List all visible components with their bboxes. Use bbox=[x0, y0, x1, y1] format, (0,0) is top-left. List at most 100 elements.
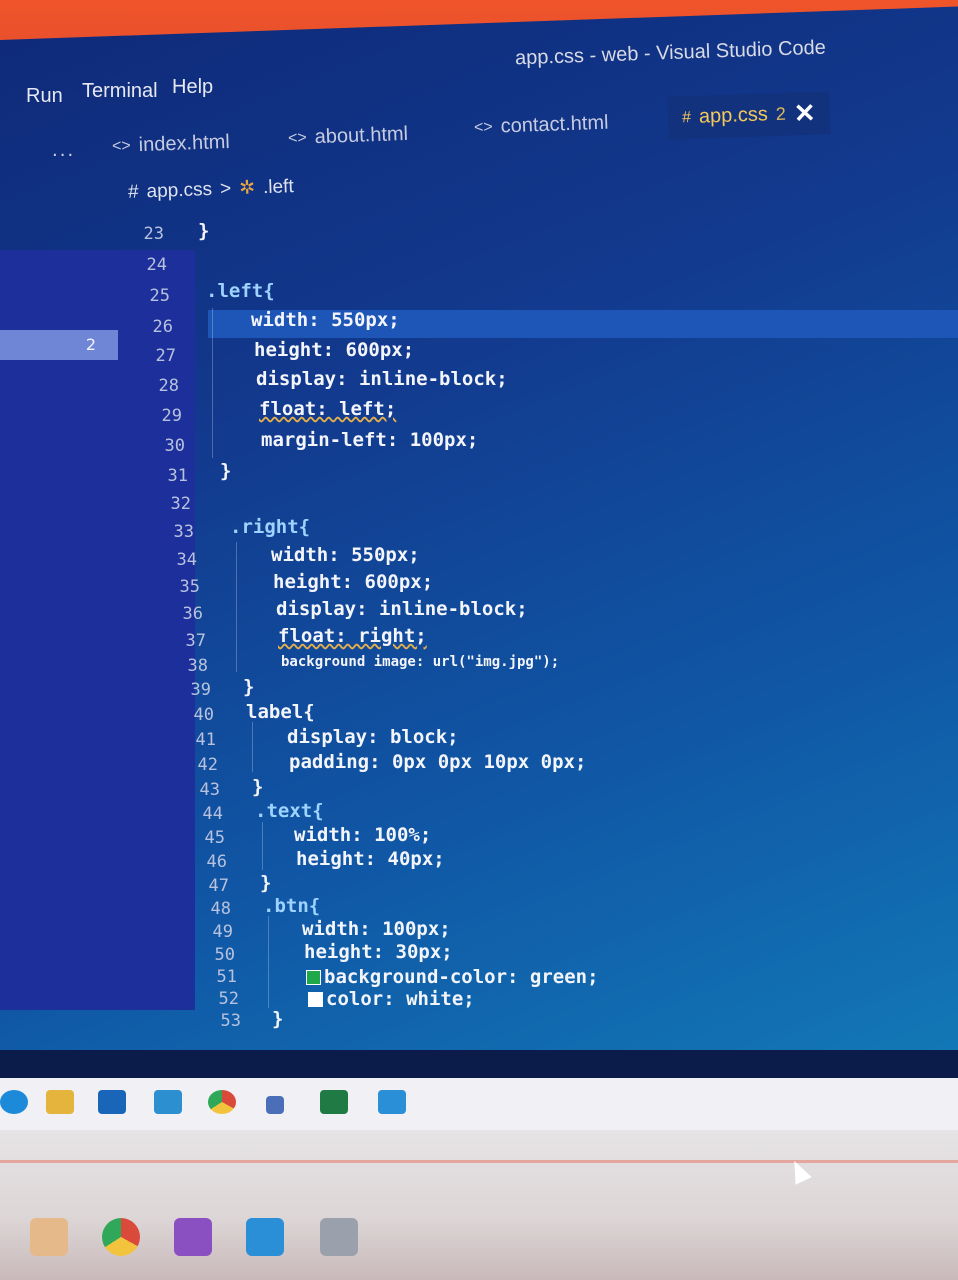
code-line: } bbox=[243, 676, 255, 698]
tab-label: index.html bbox=[138, 130, 231, 157]
excel-icon[interactable] bbox=[320, 1090, 348, 1114]
file-explorer-icon[interactable] bbox=[46, 1090, 74, 1114]
close-icon[interactable]: ✕ bbox=[793, 98, 816, 130]
line-number: 44 bbox=[202, 804, 223, 824]
mail-icon[interactable] bbox=[154, 1090, 182, 1114]
line-number: 40 bbox=[193, 705, 214, 725]
line-number: 35 bbox=[179, 577, 200, 597]
code-line: float: left; bbox=[259, 398, 397, 420]
app-window-icon[interactable] bbox=[320, 1218, 358, 1256]
code-line: display: inline-block; bbox=[276, 598, 528, 620]
html-icon: <> bbox=[287, 128, 307, 147]
line-number: 53 bbox=[220, 1011, 241, 1031]
line-number: 29 bbox=[161, 406, 182, 426]
vscode-icon[interactable] bbox=[246, 1218, 284, 1256]
line-number: 39 bbox=[190, 680, 211, 700]
code-line: height: 40px; bbox=[296, 848, 445, 870]
edge-icon[interactable] bbox=[0, 1090, 28, 1114]
line-number: 50 bbox=[214, 945, 235, 965]
indent-guide bbox=[236, 542, 237, 672]
code-line: .btn{ bbox=[263, 895, 321, 917]
indent-guide bbox=[252, 722, 253, 772]
app-icon[interactable] bbox=[266, 1096, 284, 1114]
code-line: width: 100%; bbox=[294, 824, 432, 846]
code-line: label{ bbox=[246, 701, 315, 723]
line-number: 41 bbox=[195, 730, 216, 750]
code-line: padding: 0px 0px 10px 0px; bbox=[289, 751, 587, 773]
indent-guide bbox=[268, 916, 269, 1008]
code-line-color: background-color: green; bbox=[306, 966, 599, 988]
line-number: 24 bbox=[146, 255, 167, 275]
code-line: .left{ bbox=[206, 280, 275, 302]
line-number: 28 bbox=[158, 376, 179, 396]
line-number: 32 bbox=[170, 494, 191, 514]
line-number: 36 bbox=[182, 604, 203, 624]
desk-background bbox=[0, 1130, 958, 1280]
code-line: } bbox=[252, 776, 264, 798]
code-line: } bbox=[272, 1008, 284, 1030]
code-line: } bbox=[260, 872, 272, 894]
menu-help[interactable]: Help bbox=[172, 76, 213, 99]
color-swatch-green[interactable] bbox=[306, 970, 321, 985]
chrome-icon[interactable] bbox=[102, 1218, 140, 1256]
code-line: margin-left: 100px; bbox=[261, 429, 479, 451]
line-number: 31 bbox=[167, 466, 188, 486]
line-number: 48 bbox=[210, 899, 231, 919]
breadcrumb-file[interactable]: app.css bbox=[146, 178, 212, 202]
indent-guide bbox=[212, 308, 213, 458]
chevron-right-icon: > bbox=[219, 177, 232, 200]
code-line: float: right; bbox=[278, 625, 427, 647]
line-number: 38 bbox=[187, 656, 208, 676]
code-line: background image: url("img.jpg"); bbox=[281, 654, 560, 670]
line-number: 47 bbox=[208, 876, 229, 896]
tab-app-css[interactable]: # app.css 2 ✕ bbox=[667, 91, 831, 140]
bezel-edge bbox=[0, 1160, 958, 1163]
symbol-class-icon: ✲ bbox=[238, 177, 256, 200]
line-number: 43 bbox=[199, 780, 220, 800]
html-icon: <> bbox=[473, 118, 493, 136]
sidebar-item-badge[interactable]: 2 bbox=[0, 330, 118, 360]
line-number: 27 bbox=[155, 346, 176, 366]
tab-index-html[interactable]: <> index.html bbox=[112, 131, 231, 158]
line-number: 51 bbox=[216, 967, 237, 987]
tab-label: contact.html bbox=[500, 111, 609, 138]
visual-studio-icon[interactable] bbox=[174, 1218, 212, 1256]
store-icon[interactable] bbox=[98, 1090, 126, 1114]
code-line: .text{ bbox=[255, 800, 324, 822]
line-number: 30 bbox=[164, 436, 185, 456]
code-line: height: 600px; bbox=[254, 339, 415, 361]
tab-about-html[interactable]: <> about.html bbox=[288, 123, 409, 150]
folder-icon[interactable] bbox=[30, 1218, 68, 1256]
tab-label: about.html bbox=[314, 122, 409, 149]
tab-label: app.css bbox=[698, 103, 769, 128]
line-number: 52 bbox=[218, 989, 239, 1009]
line-number: 46 bbox=[206, 852, 227, 872]
code-line: display: block; bbox=[287, 726, 459, 748]
code-line: width: 550px; bbox=[251, 309, 400, 331]
css-hash-icon: # bbox=[127, 181, 139, 203]
taskbar bbox=[0, 1078, 958, 1130]
code-line: width: 550px; bbox=[271, 544, 420, 566]
code-line: width: 100px; bbox=[302, 918, 451, 940]
indent-guide bbox=[262, 822, 263, 870]
line-number: 26 bbox=[152, 317, 173, 337]
color-swatch-white[interactable] bbox=[308, 992, 323, 1007]
chrome-icon[interactable] bbox=[208, 1090, 236, 1114]
code-line: } bbox=[198, 220, 210, 242]
problem-count-badge: 2 bbox=[775, 103, 787, 125]
code-line: height: 600px; bbox=[273, 571, 434, 593]
code-line: display: inline-block; bbox=[256, 368, 508, 390]
code-line: } bbox=[220, 460, 232, 482]
line-number: 37 bbox=[185, 631, 206, 651]
tab-bar: <> index.html <> about.html <> contact.h… bbox=[0, 91, 958, 160]
line-number: 49 bbox=[212, 922, 233, 942]
code-text: background-color: green; bbox=[324, 966, 599, 988]
html-icon: <> bbox=[111, 136, 131, 155]
breadcrumb-symbol[interactable]: .left bbox=[263, 176, 294, 199]
code-line-color: color: white; bbox=[308, 988, 475, 1010]
tab-contact-html[interactable]: <> contact.html bbox=[474, 112, 609, 140]
line-number: 23 bbox=[143, 224, 164, 244]
vscode-icon[interactable] bbox=[378, 1090, 406, 1114]
line-number: 45 bbox=[204, 828, 225, 848]
line-number: 25 bbox=[149, 286, 170, 306]
